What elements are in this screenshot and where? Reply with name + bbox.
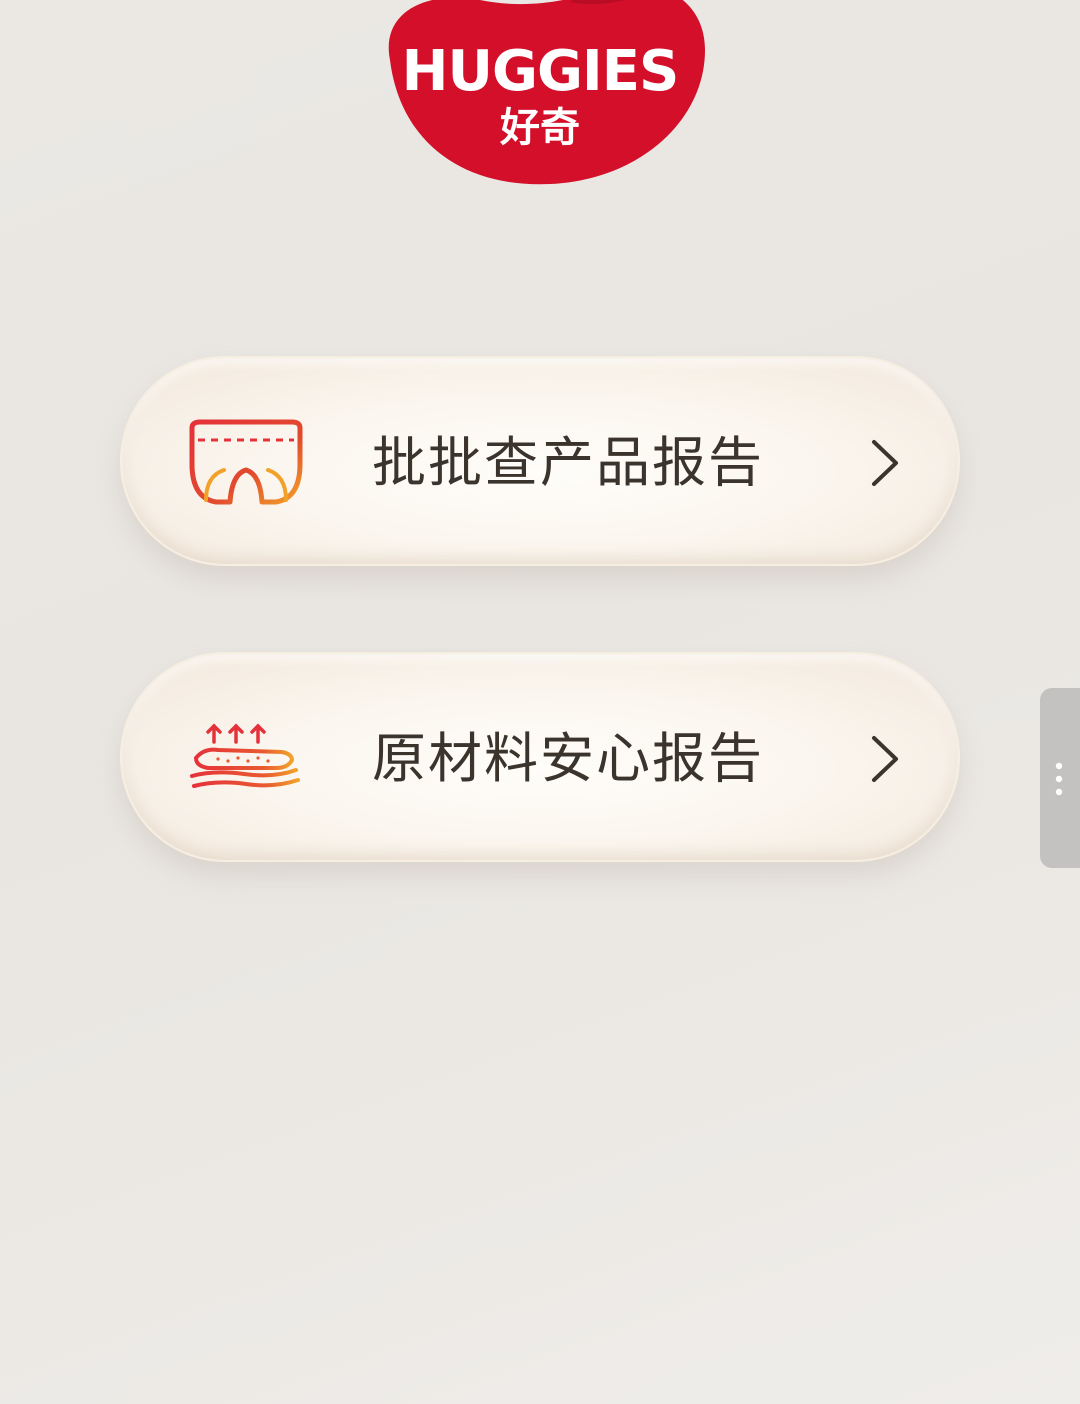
logo-text-english: HUGGIES [401,39,680,104]
material-safety-report-button[interactable]: 原材料安心报告 [120,652,960,862]
chevron-right-icon [864,734,904,784]
chevron-right-icon [864,438,904,488]
side-floating-handle[interactable] [1040,688,1080,868]
more-vertical-icon [1055,762,1063,796]
breathable-layers-icon [184,714,308,804]
huggies-logo: HUGGIES 好奇 [360,0,720,190]
material-safety-report-label: 原材料安心报告 [372,727,764,790]
logo-text-chinese: 好奇 [500,105,580,151]
product-report-label: 批批查产品报告 [372,431,764,494]
product-report-button[interactable]: 批批查产品报告 [120,356,960,566]
diaper-icon [184,418,308,508]
